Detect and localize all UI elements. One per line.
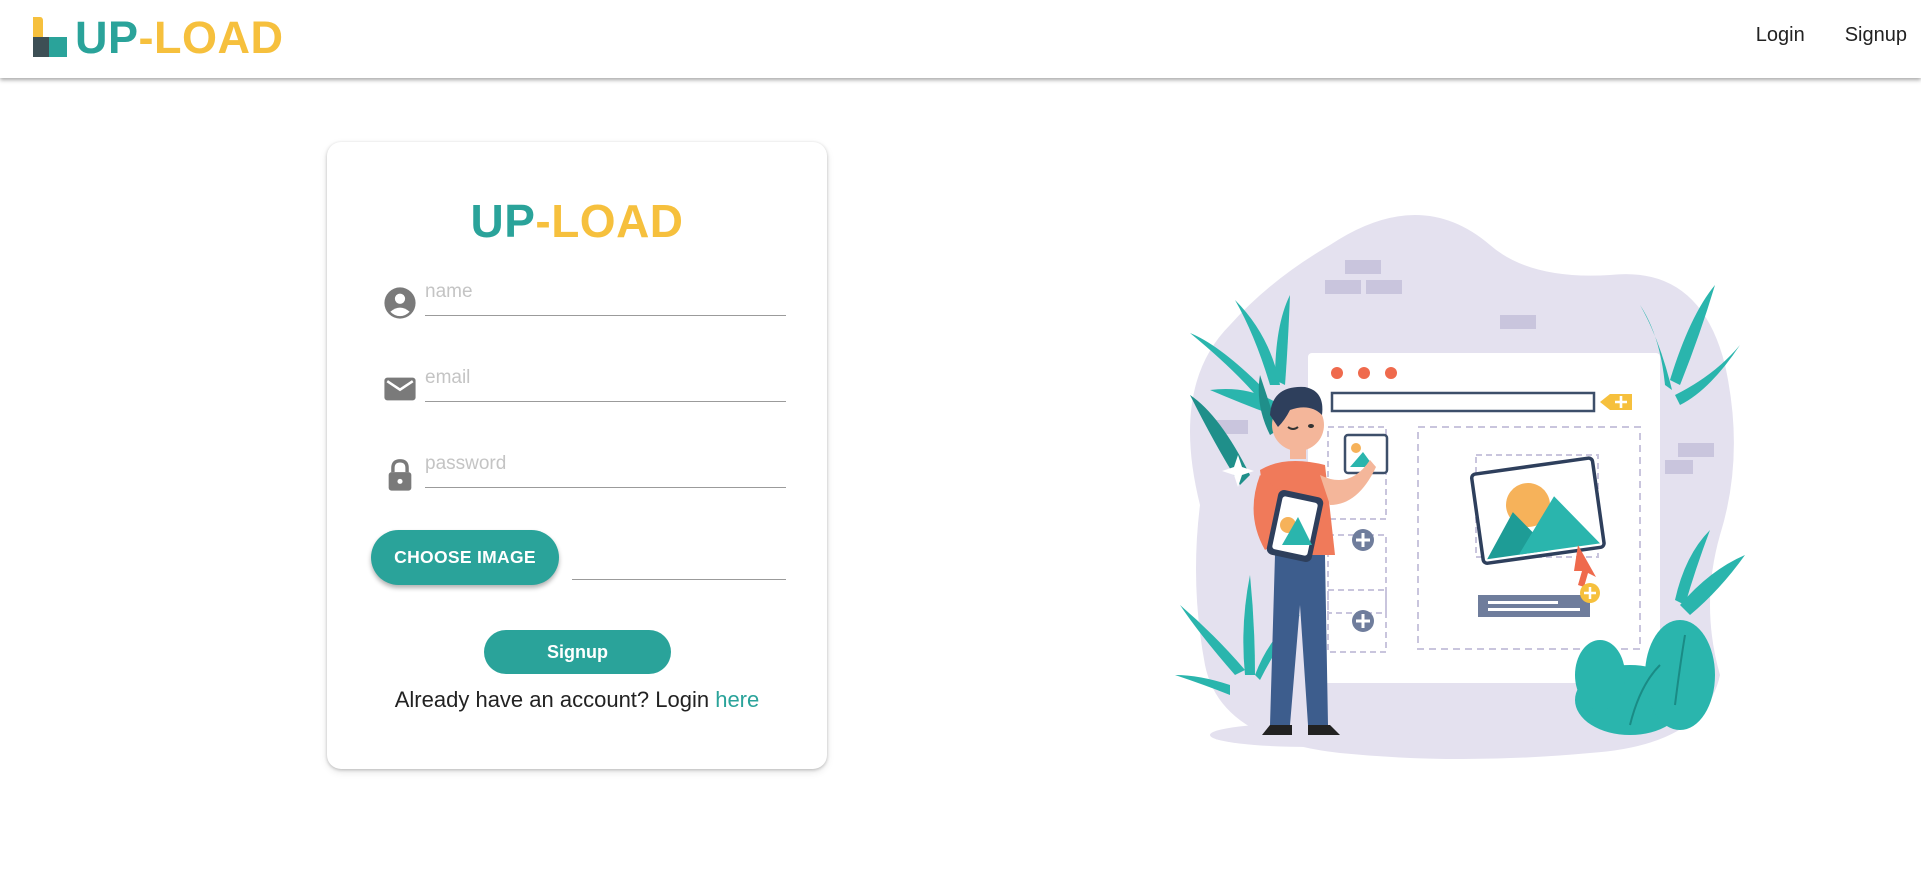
choose-image-button[interactable]: CHOOSE IMAGE xyxy=(371,530,559,585)
password-field xyxy=(383,446,788,496)
lock-icon xyxy=(388,459,412,491)
upload-illustration xyxy=(1175,215,1745,759)
login-prompt-text: Already have an account? Login xyxy=(394,687,716,712)
brand-text-up: UP xyxy=(75,12,139,63)
logo-mark-icon xyxy=(33,17,67,57)
file-name-display xyxy=(572,578,786,580)
login-here-link[interactable]: here xyxy=(715,687,759,712)
email-input[interactable] xyxy=(425,364,786,402)
nav-links: Login Signup xyxy=(1756,24,1907,47)
name-field xyxy=(383,274,788,324)
brand-logo[interactable]: UP-LOAD xyxy=(31,12,284,63)
password-input[interactable] xyxy=(425,450,786,488)
name-input[interactable] xyxy=(425,278,786,316)
email-field xyxy=(383,360,788,410)
nav-signup-link[interactable]: Signup xyxy=(1845,24,1907,47)
signup-card: UP-LOAD CHOOSE IMAGE Signup Already have… xyxy=(327,142,827,769)
form-title: UP-LOAD xyxy=(327,194,827,248)
form-title-dash: - xyxy=(535,195,552,247)
mail-icon xyxy=(384,377,416,401)
brand-text-load: LOAD xyxy=(154,12,284,63)
top-navbar: UP-LOAD Login Signup xyxy=(0,0,1921,78)
form-title-load: LOAD xyxy=(551,195,684,247)
nav-login-link[interactable]: Login xyxy=(1756,24,1805,47)
login-prompt: Already have an account? Login here xyxy=(327,687,827,713)
signup-button[interactable]: Signup xyxy=(484,630,671,674)
form-title-up: UP xyxy=(470,195,536,247)
brand-text-dash: - xyxy=(138,12,155,63)
account-circle-icon xyxy=(384,287,416,319)
